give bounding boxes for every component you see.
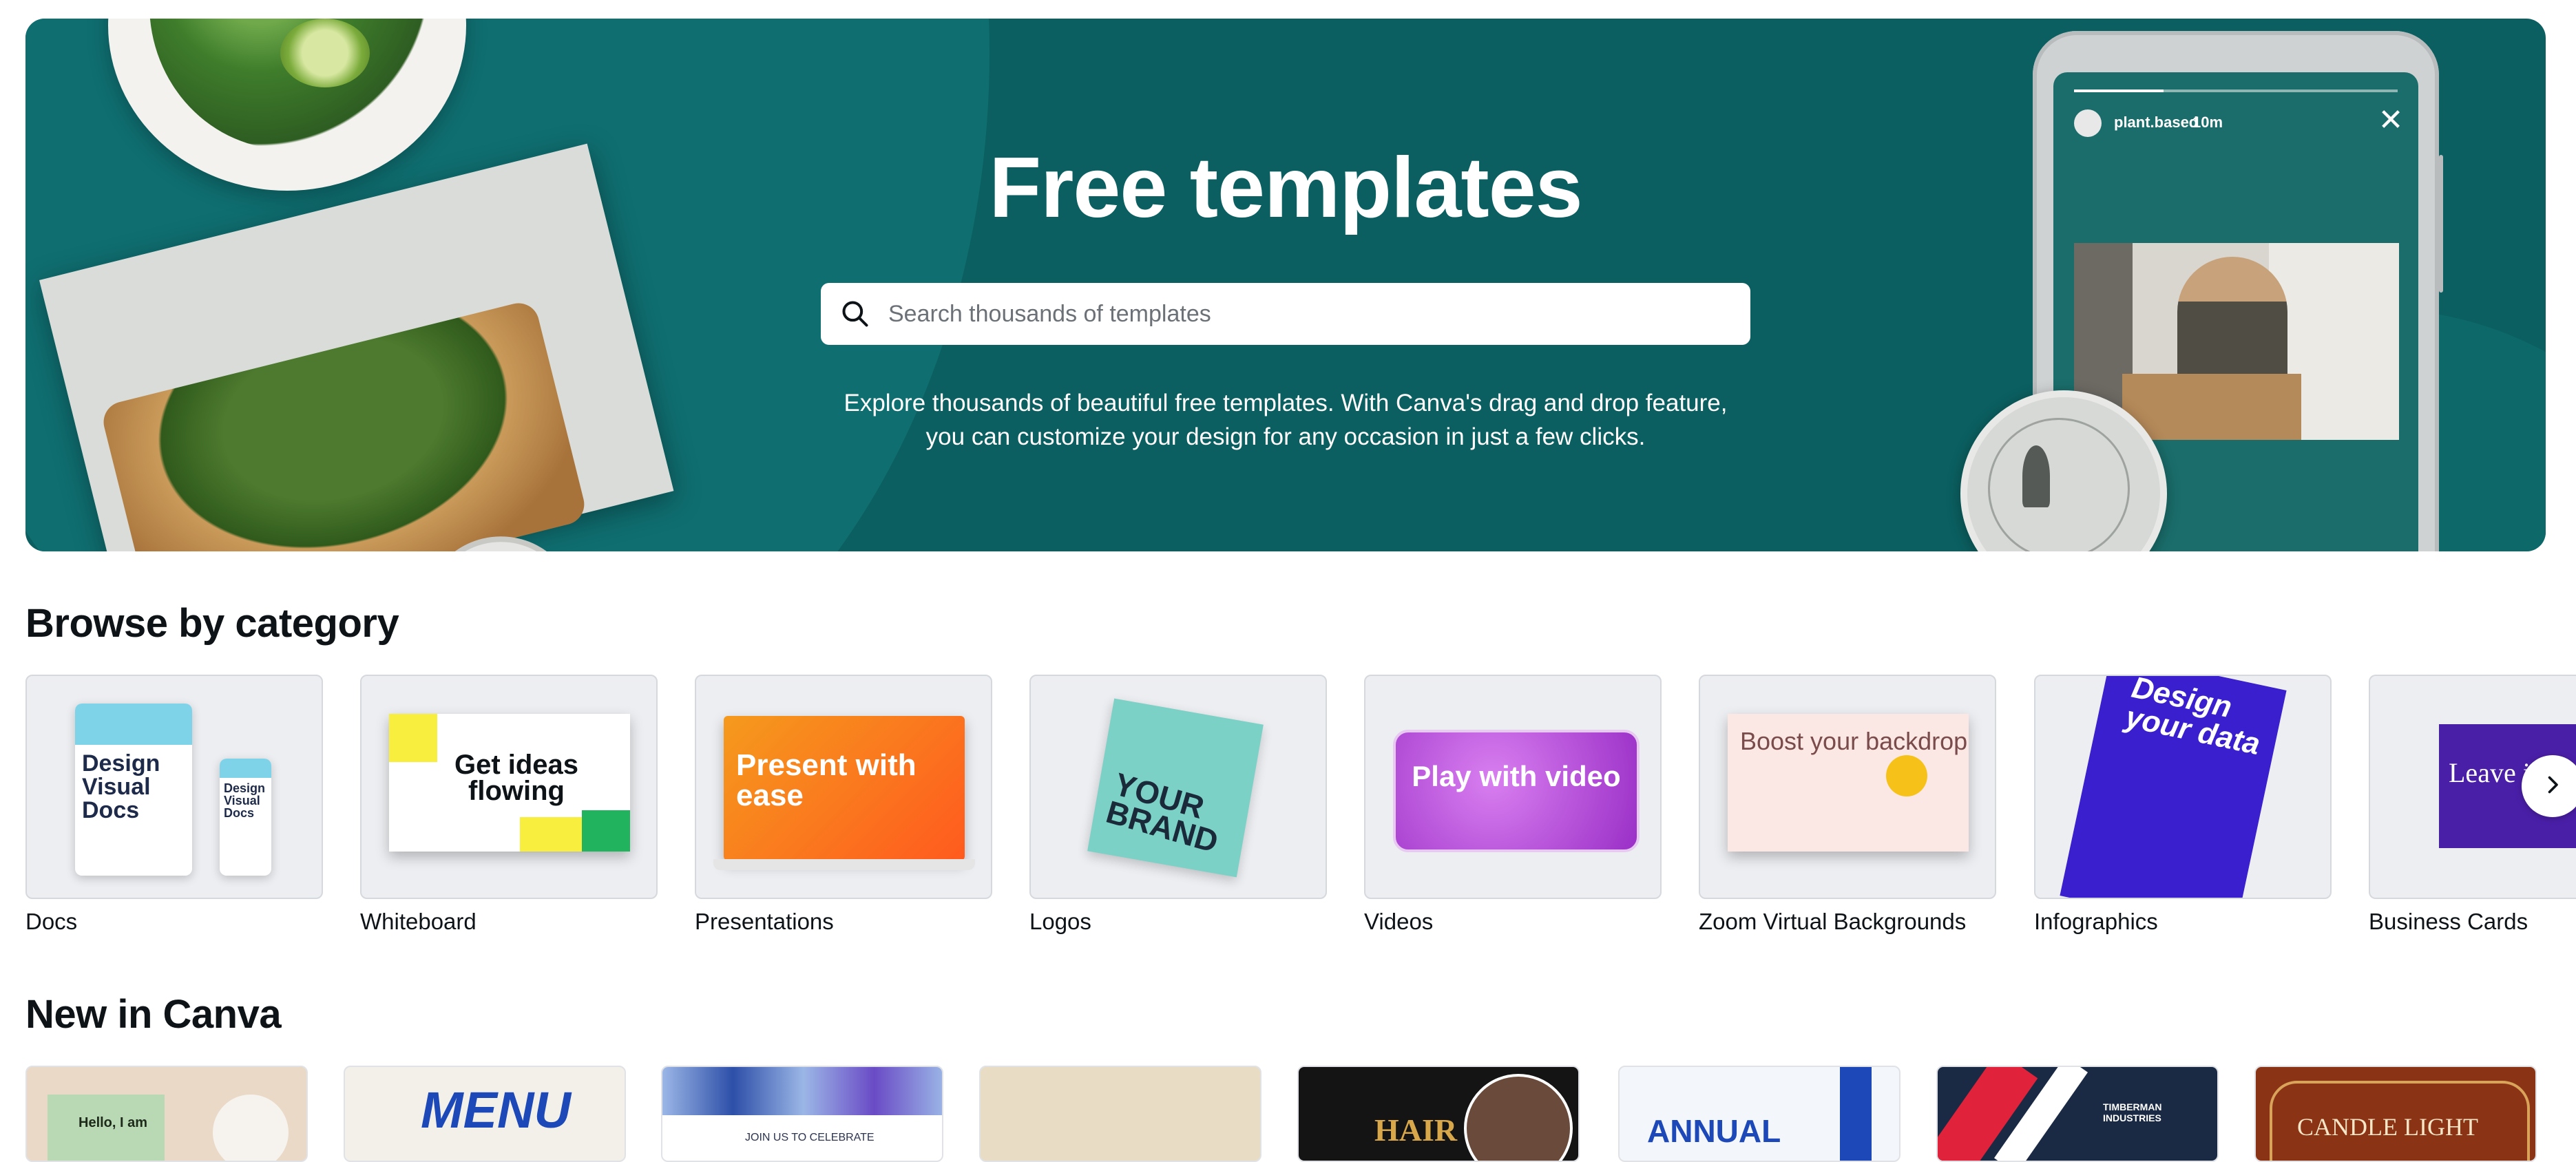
category-whiteboard[interactable]: Get ideas flowing Whiteboard [360,675,658,935]
category-thumbnail[interactable]: Play with video [1364,675,1662,899]
template-card[interactable]: ANNUAL [1618,1066,1900,1162]
thumb-text: Play with video [1412,760,1621,792]
story-time: 10m [2192,114,2223,131]
category-infographics[interactable]: Design your data Infographics [2034,675,2332,935]
template-card[interactable] [979,1066,1261,1162]
category-carousel: Design Visual Docs Design Visual Docs Do… [25,675,2576,950]
story-username: plant.based [2114,114,2199,131]
category-zoom-virtual-backgrounds[interactable]: Boost your backdrop Zoom Virtual Backgro… [1699,675,1996,935]
category-thumbnail[interactable]: Design your data [2034,675,2332,899]
category-label[interactable]: Zoom Virtual Backgrounds [1699,909,1996,935]
template-card[interactable]: CANDLE LIGHT [2254,1066,2537,1162]
template-card-text: ANNUAL [1647,1113,1781,1149]
category-videos[interactable]: Play with video Videos [1364,675,1662,935]
category-thumbnail[interactable]: Design Visual Docs Design Visual Docs [25,675,323,899]
hero-description: Explore thousands of beautiful free temp… [844,390,1728,450]
template-search-bar[interactable] [821,283,1750,345]
category-thumbnail[interactable]: Boost your backdrop [1699,675,1996,899]
search-icon [835,293,876,335]
template-card[interactable]: Hello, I am [25,1066,308,1162]
browse-by-category-heading: Browse by category [25,601,399,646]
category-docs[interactable]: Design Visual Docs Design Visual Docs Do… [25,675,323,935]
page-title: Free templates [989,140,1582,235]
thumb-text: Get ideas flowing [454,750,579,806]
category-label[interactable]: Business Cards [2369,909,2576,935]
template-card[interactable]: TIMBERMAN INDUSTRIES [1936,1066,2219,1162]
thumb-text: Design Visual Docs [224,781,266,820]
thumb-text: Present with ease [736,748,917,812]
template-card[interactable]: JOIN US TO CELEBRATE [661,1066,943,1162]
template-card-text: TIMBERMAN INDUSTRIES [2103,1101,2162,1123]
template-card-text: CANDLE LIGHT [2297,1113,2478,1141]
category-thumbnail[interactable]: Present with ease [695,675,992,899]
category-label[interactable]: Logos [1029,909,1327,935]
category-label[interactable]: Whiteboard [360,909,658,935]
search-input[interactable] [887,286,1750,342]
new-in-canva-heading: New in Canva [25,992,282,1037]
template-card[interactable]: HAIR [1297,1066,1580,1162]
template-card-text: Hello, I am [78,1115,148,1130]
category-label[interactable]: Videos [1364,909,1662,935]
category-presentations[interactable]: Present with ease Presentations [695,675,992,935]
story-avatar [2074,109,2102,137]
category-label[interactable]: Docs [25,909,323,935]
template-card-text: JOIN US TO CELEBRATE [745,1132,875,1143]
template-card[interactable]: MENU [344,1066,626,1162]
template-card-text: HAIR [1374,1112,1458,1148]
thumb-text: Design your data [2122,675,2263,761]
hero-banner: plant.based 10m ✕ Free templates Explore… [25,19,2546,551]
category-thumbnail[interactable]: YOUR BRAND [1029,675,1327,899]
template-card-text: MENU [421,1081,571,1139]
thumb-text: Design Visual Docs [82,750,160,823]
category-label[interactable]: Presentations [695,909,992,935]
thumb-text: Boost your backdrop [1740,727,1968,755]
chevron-right-icon [2540,772,2565,801]
close-icon: ✕ [2378,103,2404,137]
thumb-text: YOUR BRAND [1102,765,1222,860]
new-in-canva-row: Hello, I am MENU JOIN US TO CELEBRATE HA… [25,1066,2576,1162]
category-thumbnail[interactable]: Get ideas flowing [360,675,658,899]
category-label[interactable]: Infographics [2034,909,2332,935]
category-logos[interactable]: YOUR BRAND Logos [1029,675,1327,935]
